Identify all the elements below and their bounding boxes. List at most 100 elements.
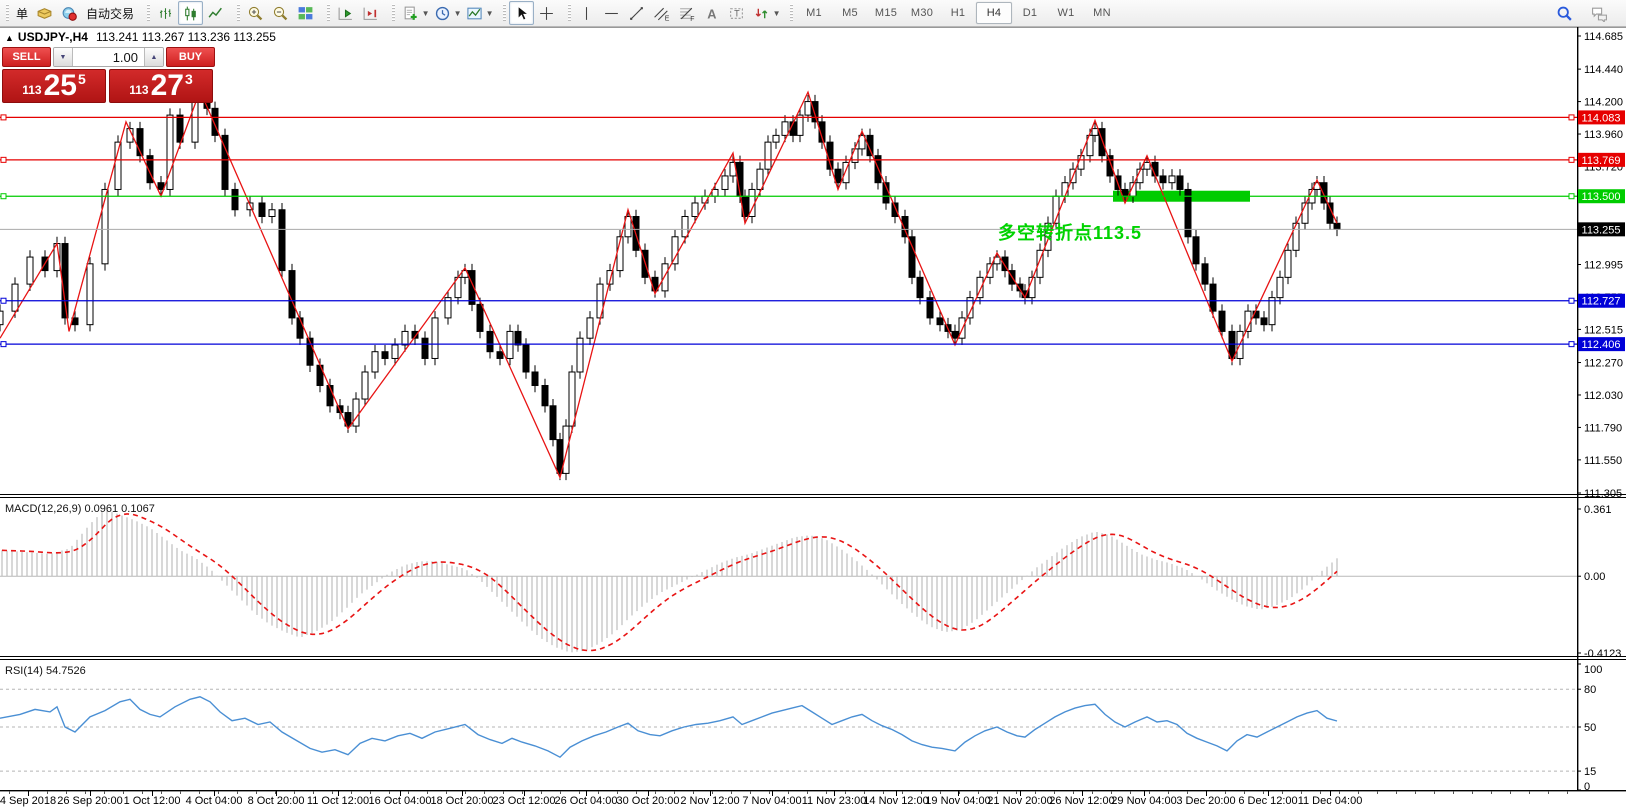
- zoom-out-icon: [273, 6, 288, 20]
- rsi-label: RSI(14) 54.7526: [5, 665, 86, 677]
- svg-text:11 Nov 23:00: 11 Nov 23:00: [802, 795, 867, 807]
- arrows-icon[interactable]: [749, 1, 774, 25]
- sell-price-prefix: 113: [22, 83, 42, 97]
- price-axis[interactable]: 114.685114.440114.200113.960113.720113.4…: [1577, 31, 1623, 500]
- volume-decrease-button[interactable]: ▼: [54, 48, 73, 66]
- toolbar-grip[interactable]: [146, 4, 152, 22]
- order-menu-label[interactable]: 单: [12, 5, 32, 22]
- chart-text-annotation[interactable]: 多空转折点113.5: [998, 219, 1142, 245]
- collapse-panel-icon[interactable]: ▲: [5, 33, 14, 43]
- zoom-in-icon[interactable]: [243, 1, 268, 25]
- dropdown-caret-icon[interactable]: ▼: [772, 9, 781, 18]
- chart-canvas[interactable]: 114.685114.440114.200113.960113.720113.4…: [0, 0, 1626, 807]
- buy-price-button[interactable]: 113 27 3: [109, 69, 213, 103]
- fibonacci-icon: F: [680, 7, 694, 22]
- toolbar-grip[interactable]: [391, 4, 397, 22]
- periods-icon[interactable]: [430, 1, 455, 25]
- svg-text:113.960: 113.960: [1584, 129, 1623, 141]
- text-icon: A: [707, 6, 716, 21]
- svg-text:111.790: 111.790: [1584, 422, 1622, 434]
- cursor-icon[interactable]: [509, 1, 535, 25]
- auto-scroll-icon: [338, 7, 352, 20]
- svg-text:8 Oct 20:00: 8 Oct 20:00: [248, 795, 305, 807]
- autotrade-status-icon[interactable]: [57, 1, 82, 25]
- volume-input[interactable]: [73, 48, 144, 66]
- buy-price-pip: 3: [184, 71, 193, 87]
- timeframe-w1-button[interactable]: W1: [1048, 2, 1084, 24]
- symbol-period-label: USDJPY-,H4: [17, 30, 88, 44]
- toolbar-grip[interactable]: [236, 4, 242, 22]
- search-icon: [1557, 6, 1572, 21]
- templates-icon[interactable]: [462, 1, 487, 25]
- toolbar-grip[interactable]: [326, 4, 332, 22]
- svg-text:100: 100: [1584, 664, 1602, 676]
- trendline-icon[interactable]: [624, 1, 649, 25]
- svg-text:16 Oct 04:00: 16 Oct 04:00: [369, 795, 432, 807]
- toolbar-group: [497, 0, 562, 26]
- svg-text:0: 0: [1584, 781, 1590, 793]
- timeframe-m1-button[interactable]: M1: [796, 2, 832, 24]
- rsi-name: RSI(14): [5, 665, 43, 677]
- timeframe-mn-button[interactable]: MN: [1084, 2, 1120, 24]
- svg-text:112.030: 112.030: [1584, 390, 1623, 402]
- toolbar-grip[interactable]: [567, 4, 573, 22]
- svg-text:80: 80: [1584, 684, 1596, 696]
- vertical-line-icon: [586, 6, 588, 20]
- trading-terminal: { "toolbar": { "order_text": "单", "autot…: [0, 0, 1626, 807]
- toolbar-group: E F A T ▼: [562, 0, 784, 26]
- chart-shift-icon[interactable]: [358, 1, 383, 25]
- timeframe-h4-button[interactable]: H4: [976, 2, 1013, 24]
- dropdown-caret-icon[interactable]: ▼: [453, 9, 462, 18]
- timeframe-m30-button[interactable]: M30: [904, 2, 940, 24]
- indicators-icon: [404, 6, 417, 20]
- svg-text:7 Nov 04:00: 7 Nov 04:00: [742, 795, 801, 807]
- tile-windows-icon[interactable]: [293, 1, 318, 25]
- line-chart-icon[interactable]: [203, 1, 228, 25]
- horizontal-line-icon[interactable]: [599, 1, 624, 25]
- svg-text:112.406: 112.406: [1582, 339, 1621, 351]
- indicators-icon[interactable]: [398, 1, 423, 25]
- autotrade-button-label[interactable]: 自动交易: [82, 5, 138, 22]
- new-order-icon[interactable]: [32, 1, 57, 25]
- auto-scroll-icon[interactable]: [333, 1, 358, 25]
- fibonacci-icon[interactable]: F: [674, 1, 699, 25]
- volume-increase-button[interactable]: ▲: [144, 48, 163, 66]
- buy-button[interactable]: BUY: [166, 47, 215, 67]
- line-chart-icon: [208, 7, 222, 18]
- sell-button[interactable]: SELL: [2, 47, 51, 67]
- bars-chart-icon[interactable]: [153, 1, 178, 25]
- timeframe-m15-button[interactable]: M15: [868, 2, 904, 24]
- chat-icon[interactable]: [1587, 1, 1612, 25]
- trendline-icon: [630, 6, 643, 20]
- search-icon[interactable]: [1552, 1, 1577, 25]
- vertical-line-icon[interactable]: [574, 1, 599, 25]
- toolbar-group: [141, 0, 231, 26]
- channel-icon[interactable]: E: [649, 1, 674, 25]
- svg-text:23 Oct 12:00: 23 Oct 12:00: [493, 795, 556, 807]
- macd-label: MACD(12,26,9) 0.0961 0.1067: [5, 503, 155, 515]
- zoom-out-icon[interactable]: [268, 1, 293, 25]
- toolbar-grip[interactable]: [502, 4, 508, 22]
- candlestick-chart-icon[interactable]: [178, 1, 204, 25]
- dropdown-caret-icon[interactable]: ▼: [485, 9, 494, 18]
- sell-price-button[interactable]: 113 25 5: [2, 69, 106, 103]
- time-axis[interactable]: 4 Sep 2018 26 Sep 20:00 1 Oct 12:00 4 Oct 0…: [0, 791, 1568, 807]
- crosshair-icon: [540, 6, 553, 20]
- text-icon[interactable]: A: [699, 1, 724, 25]
- dropdown-caret-icon[interactable]: ▼: [421, 9, 430, 18]
- svg-text:112.515: 112.515: [1584, 324, 1623, 336]
- svg-text:0.00: 0.00: [1584, 571, 1605, 583]
- toolbar-grip[interactable]: [5, 4, 10, 22]
- svg-text:E: E: [665, 15, 670, 22]
- chat-icon: [1592, 7, 1607, 22]
- chart-shift-icon: [363, 7, 377, 20]
- svg-text:111.305: 111.305: [1584, 488, 1622, 500]
- timeframe-h1-button[interactable]: H1: [940, 2, 976, 24]
- timeframe-d1-button[interactable]: D1: [1012, 2, 1048, 24]
- timeframe-m5-button[interactable]: M5: [832, 2, 868, 24]
- toolbar-grip[interactable]: [789, 4, 795, 22]
- toolbar-group: ▼ ▼ ▼: [386, 0, 497, 26]
- crosshair-icon[interactable]: [534, 1, 559, 25]
- svg-text:14 Nov 12:00: 14 Nov 12:00: [863, 795, 928, 807]
- label-icon[interactable]: T: [724, 1, 749, 25]
